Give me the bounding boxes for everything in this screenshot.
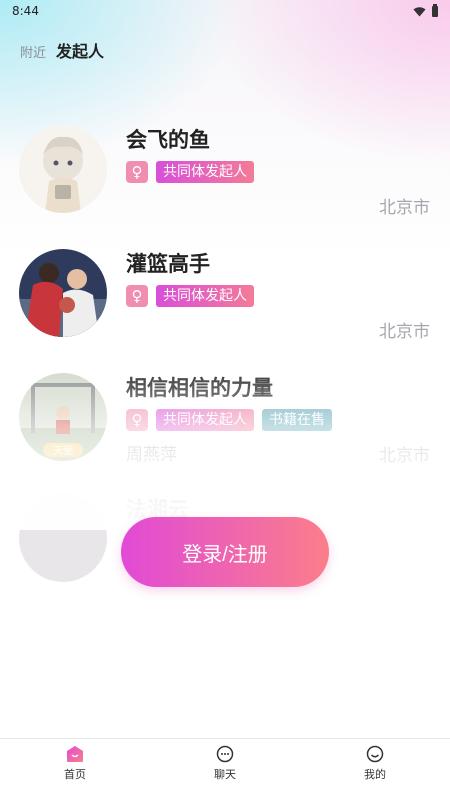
tag-co-initiator: 共同体发起人 <box>156 285 254 307</box>
initiator-list: 会飞的鱼 ♀ 共同体发起人 北京市 灌篮高手 ♀ 共同体发起人 北京市 天使 相… <box>0 120 450 492</box>
status-icons <box>413 3 438 17</box>
battery-icon <box>432 3 438 17</box>
tab-initiator[interactable]: 发起人 <box>56 38 104 62</box>
city-label: 北京市 <box>379 446 430 466</box>
city-label: 北京市 <box>379 322 430 342</box>
tab-nearby[interactable]: 附近 <box>20 42 46 61</box>
status-bar: 8:44 <box>0 0 450 22</box>
user-name: 会飞的鱼 <box>126 128 210 152</box>
top-tabs: 附近 发起人 <box>20 38 104 62</box>
female-icon: ♀ <box>126 161 148 183</box>
avatar-badge: 天使 <box>53 444 73 457</box>
tag-books-on-sale: 书籍在售 <box>262 409 332 431</box>
nav-mine-label: 我的 <box>364 768 386 781</box>
login-register-button[interactable]: 登录/注册 <box>121 517 329 587</box>
list-item[interactable]: 会飞的鱼 ♀ 共同体发起人 北京市 <box>0 120 450 244</box>
female-icon: ♀ <box>126 285 148 307</box>
nav-mine[interactable]: 我的 <box>325 745 425 782</box>
chat-icon <box>216 745 234 763</box>
nav-home[interactable]: 首页 <box>25 745 125 782</box>
tag-row: ♀ 共同体发起人 <box>126 285 254 307</box>
smiley-icon <box>366 745 384 763</box>
tag-row: ♀ 共同体发起人 书籍在售 <box>126 409 332 431</box>
bottom-navigation: 首页 聊天 我的 <box>0 738 450 800</box>
avatar[interactable] <box>19 249 107 337</box>
avatar[interactable] <box>19 494 107 582</box>
tag-row: ♀ 共同体发起人 <box>126 161 254 183</box>
home-icon <box>67 746 83 762</box>
list-item[interactable]: 灌篮高手 ♀ 共同体发起人 北京市 <box>0 244 450 368</box>
nav-chat[interactable]: 聊天 <box>175 745 275 782</box>
wifi-icon <box>413 6 426 16</box>
avatar[interactable]: 天使 <box>19 373 107 461</box>
list-item[interactable]: 天使 相信相信的力量 ♀ 共同体发起人 书籍在售 北京市 <box>0 368 450 492</box>
status-time: 8:44 <box>12 4 39 18</box>
user-name: 相信相信的力量 <box>126 376 273 400</box>
user-name: 灌篮高手 <box>126 252 210 276</box>
nav-chat-label: 聊天 <box>214 768 236 781</box>
user-subtitle: 周燕萍 <box>126 445 177 465</box>
tag-co-initiator: 共同体发起人 <box>156 409 254 431</box>
city-label: 北京市 <box>379 198 430 218</box>
nav-home-label: 首页 <box>64 768 86 781</box>
tag-co-initiator: 共同体发起人 <box>156 161 254 183</box>
female-icon: ♀ <box>126 409 148 431</box>
avatar[interactable] <box>19 125 107 213</box>
